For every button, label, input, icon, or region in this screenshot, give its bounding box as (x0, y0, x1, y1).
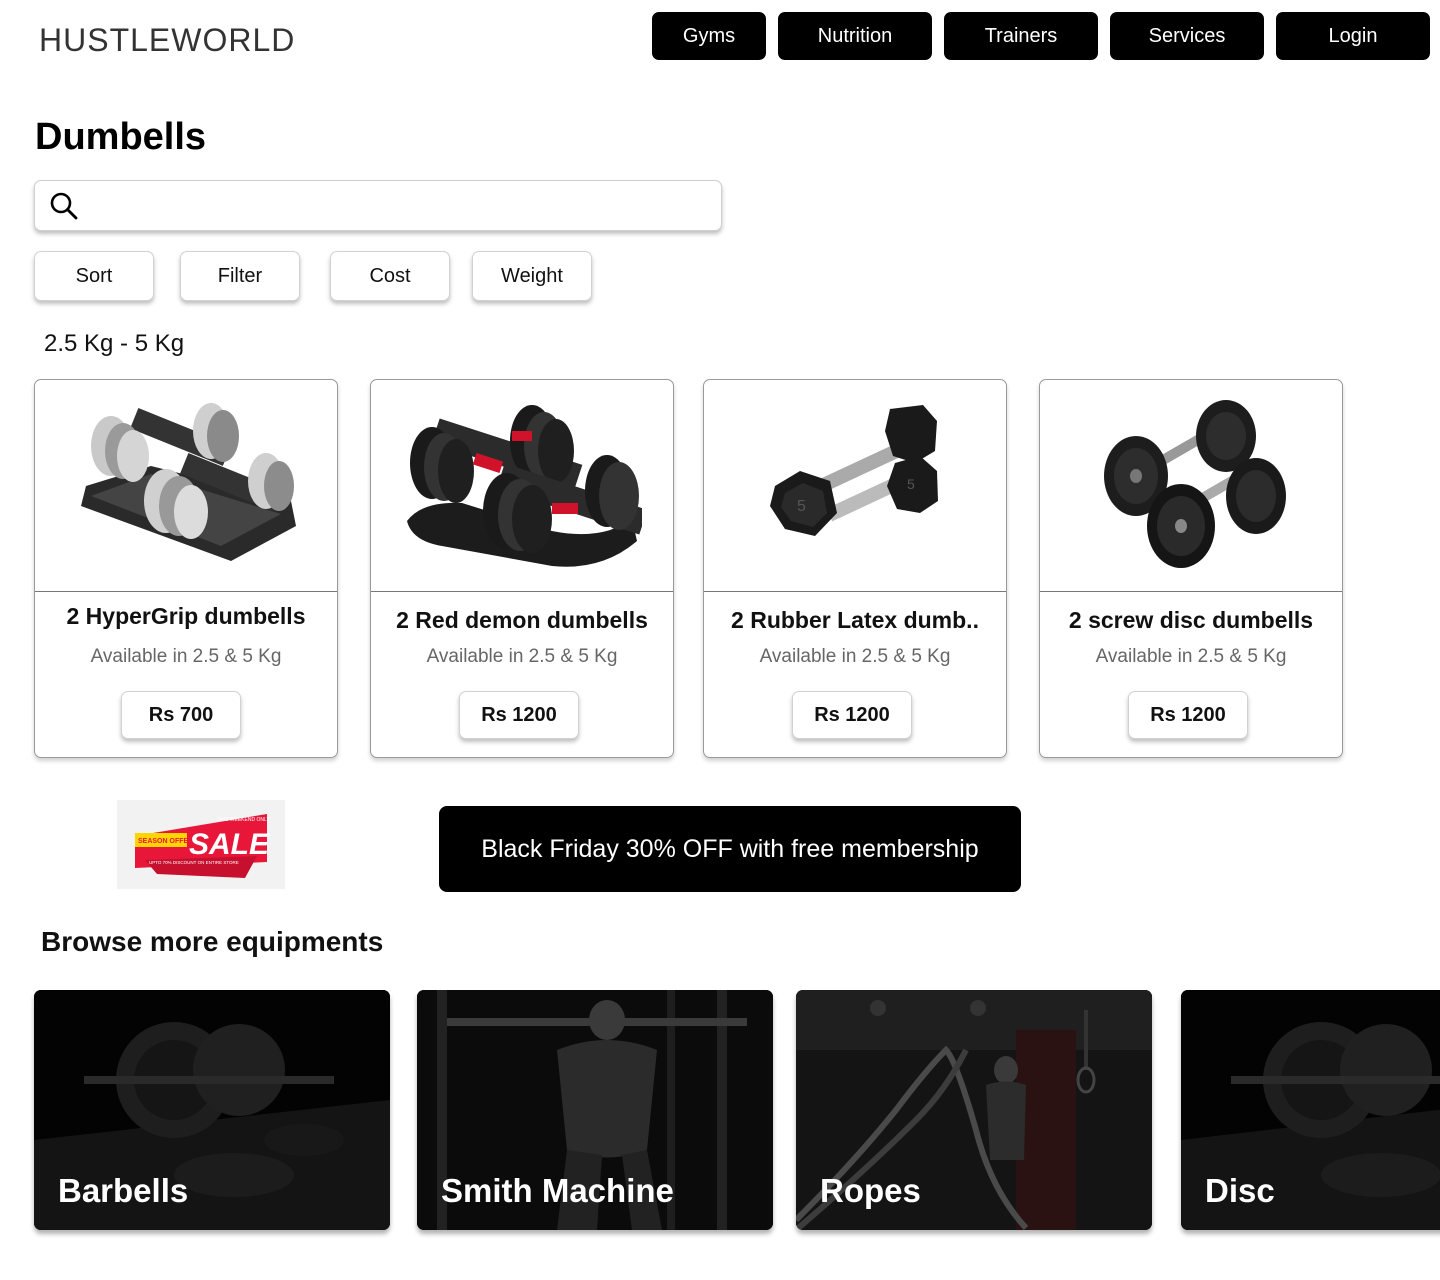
card-divider (35, 591, 337, 592)
product-availability: Available in 2.5 & 5 Kg (1095, 646, 1287, 667)
nav-services-button[interactable]: Services (1110, 12, 1264, 60)
card-divider (1040, 591, 1342, 592)
search-bar[interactable] (34, 180, 722, 231)
cost-button[interactable]: Cost (330, 251, 450, 301)
category-label: Disc (1205, 1172, 1275, 1209)
svg-text:5: 5 (907, 476, 915, 492)
sale-main-text: SALE (189, 828, 270, 861)
product-card[interactable]: 2 screw disc dumbells Available in 2.5 &… (1039, 379, 1343, 758)
category-label: Smith Machine (441, 1172, 674, 1209)
nav-nutrition-button[interactable]: Nutrition (778, 12, 932, 60)
product-name[interactable]: 2 screw disc dumbells (1040, 607, 1342, 634)
black-friday-promo-banner[interactable]: Black Friday 30% OFF with free membershi… (439, 806, 1021, 892)
search-input[interactable] (88, 181, 721, 230)
nav-login-button[interactable]: Login (1276, 12, 1430, 60)
product-availability: Available in 2.5 & 5 Kg (759, 646, 951, 667)
category-tile-disc[interactable]: Disc (1181, 990, 1440, 1230)
rubber-latex-dumbell-image: 5 5 (704, 380, 1006, 592)
product-name[interactable]: 2 Red demon dumbells (371, 607, 673, 634)
product-availability: Available in 2.5 & 5 Kg (426, 646, 618, 667)
sale-top-text: THIS WEEKEND ONLY (217, 817, 270, 823)
product-availability: Available in 2.5 & 5 Kg (90, 646, 282, 667)
product-name[interactable]: 2 HyperGrip dumbells (35, 603, 337, 630)
hypergrip-dumbell-image (35, 380, 337, 592)
sale-banner-image[interactable]: SEASON OFFER THIS WEEKEND ONLY SALE UPTO… (117, 800, 285, 889)
browse-more-heading: Browse more equipments (41, 926, 384, 957)
category-label: Ropes (820, 1172, 921, 1209)
product-name[interactable]: 2 Rubber Latex dumb.. (704, 607, 1006, 634)
nav-gyms-button[interactable]: Gyms (652, 12, 766, 60)
sort-button[interactable]: Sort (34, 251, 154, 301)
product-price-button[interactable]: Rs 1200 (459, 691, 579, 739)
category-label: Barbells (58, 1172, 189, 1209)
product-card[interactable]: 5 5 2 Rubber Latex dumb.. Available in 2… (703, 379, 1007, 758)
product-price-button[interactable]: Rs 1200 (1128, 691, 1248, 739)
weight-range-label: 2.5 Kg - 5 Kg (44, 330, 185, 357)
product-card[interactable]: 2 Red demon dumbells Available in 2.5 & … (370, 379, 674, 758)
screw-disc-dumbell-image (1040, 380, 1342, 592)
nav-trainers-button[interactable]: Trainers (944, 12, 1098, 60)
red-demon-dumbell-image (371, 380, 673, 592)
category-tile-smith-machine[interactable]: Smith Machine (417, 990, 773, 1230)
card-divider (371, 591, 673, 592)
page-title: Dumbells (35, 116, 207, 158)
product-card[interactable]: 2 HyperGrip dumbells Available in 2.5 & … (34, 379, 338, 758)
sale-tag-text: SEASON OFFER (138, 838, 193, 845)
top-nav: Gyms Nutrition Trainers Services Login (0, 12, 1440, 60)
category-tile-barbells[interactable]: Barbells (34, 990, 390, 1230)
product-price-button[interactable]: Rs 1200 (792, 691, 912, 739)
category-tile-ropes[interactable]: Ropes (796, 990, 1152, 1230)
svg-text:5: 5 (797, 498, 806, 515)
filter-button[interactable]: Filter (180, 251, 300, 301)
sale-sub-text: UPTO 70% DISCOUNT ON ENTIRE STORE (149, 860, 239, 865)
product-price-button[interactable]: Rs 700 (121, 691, 241, 739)
search-icon[interactable] (48, 190, 80, 222)
card-divider (704, 591, 1006, 592)
weight-button[interactable]: Weight (472, 251, 592, 301)
